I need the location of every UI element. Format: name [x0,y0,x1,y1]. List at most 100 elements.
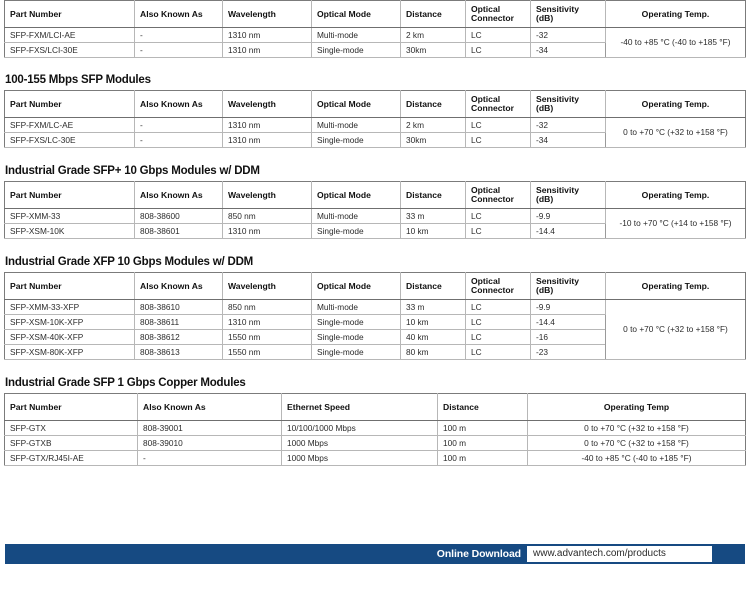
spec-section-industrial-100-155-sfp: Industrial Grade 100-155 Mbps SFP Module… [4,0,746,58]
column-header: Operating Temp. [605,0,746,28]
section-title: 100-155 Mbps SFP Modules [5,74,151,86]
cell-distance: 40 km [400,329,466,345]
column-header: Also Known As [134,90,223,118]
cell-wavelength: 1310 nm [222,223,312,239]
cell-also-known-as: - [134,132,223,148]
spec-table: Part Number Also Known As Wavelength Optica… [4,272,746,360]
cell-optical-mode: Multi-mode [311,27,401,43]
cell-optical-mode: Single-mode [311,223,401,239]
sections-container: Industrial Grade 100-155 Mbps SFP Module… [4,0,746,466]
column-header: Optical Connector [465,272,531,300]
cell-distance: 80 km [400,344,466,360]
column-header: Operating Temp. [605,90,746,118]
column-header: Also Known As [134,181,223,209]
spec-section-100-155-sfp: 100-155 Mbps SFP Modules Part Number Also … [4,74,746,148]
column-header-line: Optical [471,93,501,104]
cell-distance: 100 m [437,435,528,451]
cell-ethernet-speed: 1000 Mbps [281,450,438,466]
column-header: Part Number [4,393,138,421]
cell-sensitivity: -32 [530,27,606,43]
cell-wavelength: 1310 nm [222,132,312,148]
cell-sensitivity: -14.4 [530,223,606,239]
column-header: Operating Temp. [605,181,746,209]
cell-also-known-as: 808-38612 [134,329,223,345]
cell-sensitivity: -23 [530,344,606,360]
column-header-line: (dB) [536,285,554,295]
cell-part-number: SFP-FXM/LCI-AE [4,27,135,43]
column-header-line: Connector [471,285,514,295]
column-header: Distance [400,181,466,209]
cell-also-known-as: 808-38610 [134,299,223,315]
table-row: SFP-GTXB 808-39010 1000 Mbps 100 m0 to +70 … [4,435,746,451]
cell-sensitivity: -9.9 [530,299,606,315]
cell-distance: 30km [400,42,466,58]
cell-ethernet-speed: 10/100/1000 Mbps [281,420,438,436]
cell-part-number: SFP-XSM-10K [4,223,135,239]
cell-also-known-as: - [134,27,223,43]
column-header: Optical Connector [465,181,531,209]
table-row: SFP-FXM/LC-AE -1310 nm Multi-mode 2 km LC -32… [4,117,746,148]
cell-optical-mode: Single-mode [311,132,401,148]
cell-optical-mode: Multi-mode [311,299,401,315]
table-header-row: Part Number Also Known As Wavelength Optica… [4,90,746,118]
column-header-line: Sensitivity [536,3,579,14]
cell-operating-temp: -40 to +85 °C (-40 to +185 °F) [605,27,746,58]
cell-optical-connector: LC [465,27,531,43]
column-header: Distance [400,0,466,28]
column-header: Optical Mode [311,181,401,209]
column-header-line: Sensitivity [536,93,579,104]
cell-also-known-as: 808-39001 [137,420,282,436]
column-header: Part Number [4,181,135,209]
cell-distance: 2 km [400,27,466,43]
cell-wavelength: 1310 nm [222,27,312,43]
cell-part-number: SFP-XMM-33-XFP [4,299,135,315]
column-header: Operating Temp [527,393,746,421]
table-row: SFP-FXM/LCI-AE -1310 nm Multi-mode 2 km LC -3… [4,27,746,58]
cell-sensitivity: -14.4 [530,314,606,330]
cell-also-known-as: 808-39010 [137,435,282,451]
spec-table: Part Number Also Known As Wavelength Optica… [4,90,746,148]
column-header: Wavelength [222,0,312,28]
cell-optical-mode: Multi-mode [311,208,401,224]
column-header: Sensitivity (dB) [530,0,606,28]
table-row: SFP-XMM-33-XFP 808-38610 850 nm Multi-mode 3… [4,299,746,360]
table-header-row: Part Number Also Known As Wavelength Optica… [4,272,746,300]
table-header-row: Part Number Also Known As Ethernet Speed Di… [4,393,746,421]
cell-optical-connector: LC [465,299,531,315]
footer-url-box[interactable]: www.advantech.com/products [527,546,712,562]
cell-also-known-as: 808-38601 [134,223,223,239]
column-header-line: (dB) [536,13,554,23]
column-header: Also Known As [137,393,282,421]
column-header: Also Known As [134,272,223,300]
column-header: Wavelength [222,181,312,209]
cell-wavelength: 1310 nm [222,117,312,133]
cell-distance: 33 m [400,299,466,315]
column-header-line: Connector [471,194,514,204]
section-title: Industrial Grade SFP+ 10 Gbps Modules w/… [5,165,260,177]
column-header: Part Number [4,0,135,28]
cell-part-number: SFP-XMM-33 [4,208,135,224]
cell-distance: 100 m [437,450,528,466]
cell-optical-connector: LC [465,223,531,239]
cell-part-number: SFP-FXS/LCI-30E [4,42,135,58]
cell-sensitivity: -32 [530,117,606,133]
column-header: Wavelength [222,90,312,118]
cell-also-known-as: - [137,450,282,466]
column-header-line: (dB) [536,194,554,204]
cell-sensitivity: -34 [530,42,606,58]
cell-distance: 2 km [400,117,466,133]
cell-part-number: SFP-XSM-10K-XFP [4,314,135,330]
column-header: Optical Connector [465,90,531,118]
table-row: SFP-GTX 808-39001 10/100/1000 Mbps 100 m0 t… [4,420,746,436]
column-header: Sensitivity (dB) [530,181,606,209]
cell-optical-mode: Single-mode [311,314,401,330]
column-header: Distance [400,272,466,300]
cell-optical-connector: LC [465,314,531,330]
cell-optical-connector: LC [465,329,531,345]
column-header-line: Connector [471,13,514,23]
cell-wavelength: 1550 nm [222,329,312,345]
column-header-line: Optical [471,3,501,14]
cell-sensitivity: -34 [530,132,606,148]
cell-distance: 33 m [400,208,466,224]
cell-part-number: SFP-GTX [4,420,138,436]
